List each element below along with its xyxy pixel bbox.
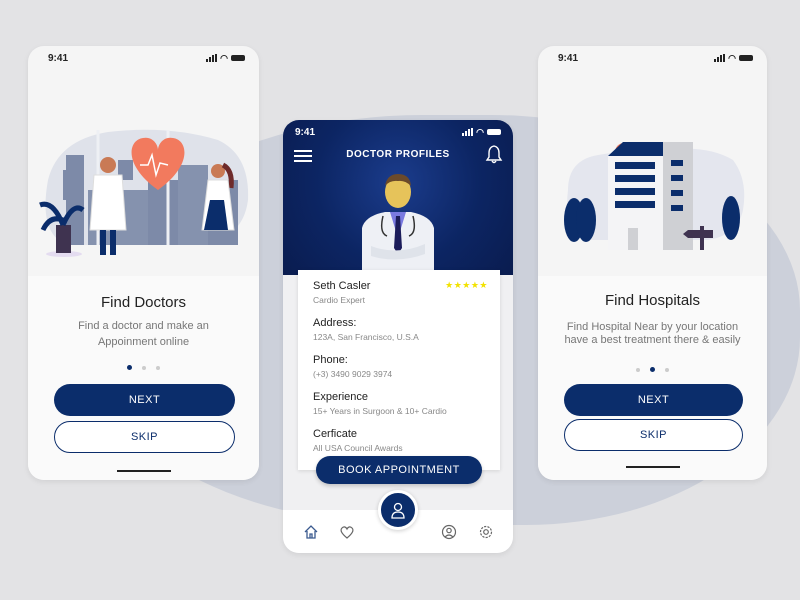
wifi-icon: ◠ <box>728 52 736 63</box>
hospital-illustration <box>564 142 745 250</box>
bottom-tab-bar <box>283 490 513 553</box>
home-icon[interactable] <box>303 524 319 540</box>
signal-icon <box>206 54 218 62</box>
profile-header: 9:41 ◠ DOCTOR PROFILES <box>283 120 513 275</box>
status-bar: 9:41 ◠ <box>538 46 767 70</box>
next-button[interactable]: NEXT <box>564 384 743 416</box>
onboarding-description-line2: have a best treatment there & easily <box>564 334 741 346</box>
battery-icon <box>487 129 501 135</box>
status-time: 9:41 <box>295 126 316 138</box>
bell-icon[interactable] <box>485 144 503 164</box>
doctor-info-card: Seth Casler ★★★★★ Cardio Expert Address:… <box>298 270 500 470</box>
page-indicator <box>28 365 259 370</box>
page-dot-1[interactable] <box>127 365 132 370</box>
home-indicator <box>625 466 680 468</box>
certificate-label: Cerficate <box>313 428 358 440</box>
address-label: Address: <box>313 317 357 329</box>
onboarding-content: Find Doctors Find a doctor and make an A… <box>28 276 259 480</box>
page-dot-2[interactable] <box>142 365 146 370</box>
signal-icon <box>462 128 474 136</box>
settings-icon[interactable] <box>478 524 494 540</box>
doctor-tab-button[interactable] <box>378 490 418 530</box>
next-button[interactable]: NEXT <box>54 384 235 416</box>
skip-button[interactable]: SKIP <box>564 419 743 451</box>
status-bar: 9:41 ◠ <box>28 46 259 70</box>
wifi-icon: ◠ <box>220 52 228 63</box>
onboarding-content: Find Hospitals Find Hospital Near by you… <box>538 276 767 480</box>
phone-value: (+3) 3490 9029 3974 <box>313 369 393 379</box>
address-value: 123A, San Francisco, U.S.A <box>313 332 419 342</box>
page-dot-2[interactable] <box>650 367 655 372</box>
page-dot-1[interactable] <box>636 367 640 372</box>
status-bar: 9:41 ◠ <box>283 120 513 144</box>
page-dot-3[interactable] <box>156 365 160 370</box>
heart-icon[interactable] <box>339 524 355 540</box>
experience-label: Experience <box>313 391 369 403</box>
doctor-specialty: Cardio Expert <box>313 295 365 305</box>
onboarding-screen-hospitals: 9:41 ◠ Find Hospitals Find Hospital Near… <box>538 46 767 480</box>
page-dot-3[interactable] <box>665 367 669 372</box>
doctors-illustration <box>39 129 249 257</box>
page-title: DOCTOR PROFILES <box>346 149 450 160</box>
doctor-photo <box>362 174 434 275</box>
battery-icon <box>231 55 245 61</box>
status-time: 9:41 <box>558 52 579 64</box>
onboarding-description-line1: Find a doctor and make an <box>78 320 209 332</box>
onboarding-screen-doctors: 9:41 ◠ Find Doctors Find a doctor and ma… <box>28 46 259 480</box>
skip-button[interactable]: SKIP <box>54 421 235 453</box>
battery-icon <box>739 55 753 61</box>
status-time: 9:41 <box>48 52 69 64</box>
phone-label: Phone: <box>313 354 348 366</box>
onboarding-description-line2: Appoinment online <box>97 336 190 348</box>
signal-icon <box>714 54 726 62</box>
onboarding-title: Find Hospitals <box>604 292 701 309</box>
wifi-icon: ◠ <box>476 126 484 137</box>
book-appointment-button[interactable]: BOOK APPOINTMENT <box>316 456 482 484</box>
onboarding-title: Find Doctors <box>100 294 187 311</box>
profile-icon[interactable] <box>441 524 457 540</box>
doctor-profile-screen: 9:41 ◠ DOCTOR PROFILES Seth Casler ★★★★★… <box>283 120 513 553</box>
page-indicator <box>538 367 767 372</box>
home-indicator <box>116 470 171 472</box>
certificate-value: All USA Council Awards <box>313 443 403 453</box>
rating-stars: ★★★★★ <box>445 280 488 290</box>
doctor-icon <box>391 502 405 519</box>
experience-value: 15+ Years in Surgoon & 10+ Cardio <box>313 406 447 416</box>
